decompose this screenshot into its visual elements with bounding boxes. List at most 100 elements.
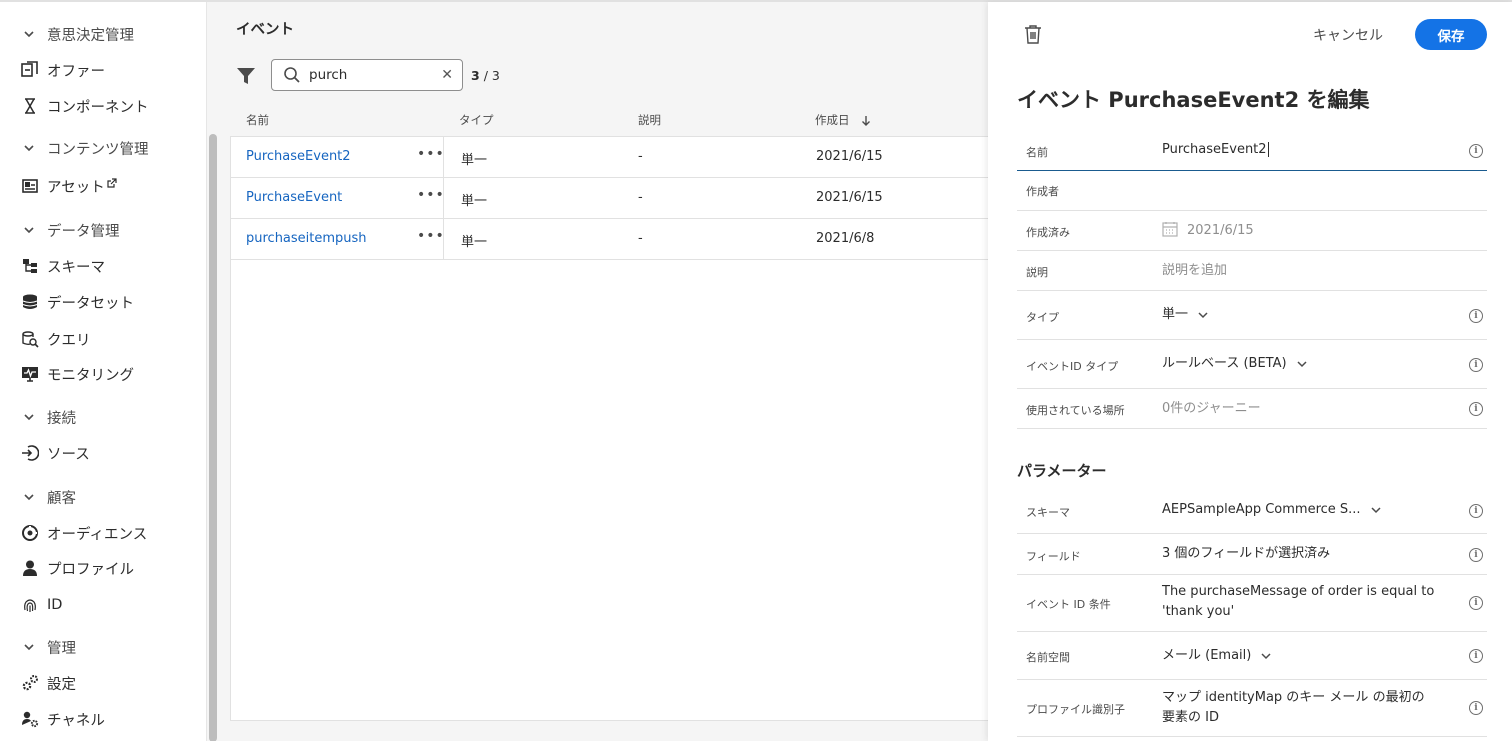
sidebar-item-queries[interactable]: クエリ bbox=[20, 324, 91, 354]
event-id-type-dropdown[interactable]: ルールベース (BETA) bbox=[1162, 354, 1307, 374]
column-divider bbox=[443, 137, 444, 178]
section-data-management[interactable]: データ管理 bbox=[22, 215, 120, 245]
author-field-row: 作成者 bbox=[1017, 171, 1487, 211]
event-id-condition-value[interactable]: The purchaseMessage of order is equal to… bbox=[1162, 582, 1434, 622]
field-label: プロファイル識別子 bbox=[1026, 703, 1125, 716]
created-value: 2021/6/15 bbox=[1162, 221, 1254, 241]
sidebar-item-monitoring[interactable]: モニタリング bbox=[20, 359, 134, 389]
info-icon[interactable]: i bbox=[1469, 596, 1483, 610]
table-row[interactable]: PurchaseEvent2 ••• 単一 - 2021/6/15 bbox=[231, 137, 989, 178]
event-name-link[interactable]: purchaseitempush bbox=[246, 231, 367, 246]
calendar-icon bbox=[1162, 222, 1178, 237]
profile-identifier-value[interactable]: マップ identityMap のキー メール の最初の 要素の ID bbox=[1162, 688, 1425, 728]
chevron-down-icon bbox=[24, 414, 34, 421]
description-input[interactable]: 説明を追加 bbox=[1162, 261, 1227, 281]
sidebar-item-assets[interactable]: アセット bbox=[20, 171, 117, 201]
info-icon[interactable]: i bbox=[1469, 144, 1483, 158]
search-field[interactable]: ✕ bbox=[271, 59, 463, 91]
trash-icon[interactable] bbox=[1024, 24, 1042, 44]
info-icon[interactable]: i bbox=[1469, 504, 1483, 518]
type-field-row: タイプ 単一 i bbox=[1017, 291, 1487, 340]
event-id-type-field-row: イベントID タイプ ルールベース (BETA) i bbox=[1017, 340, 1487, 389]
profile-identifier-field-row: プロファイル識別子 マップ identityMap のキー メール の最初の 要素… bbox=[1017, 680, 1487, 737]
sources-icon bbox=[20, 443, 40, 463]
event-description: - bbox=[638, 149, 643, 164]
event-type: 単一 bbox=[461, 153, 488, 168]
info-icon[interactable]: i bbox=[1469, 701, 1483, 715]
info-icon[interactable]: i bbox=[1469, 309, 1483, 323]
sidebar-item-schemas[interactable]: スキーマ bbox=[20, 251, 105, 281]
schema-dropdown[interactable]: AEPSampleApp Commerce S... bbox=[1162, 500, 1381, 520]
section-customer[interactable]: 顧客 bbox=[22, 482, 76, 512]
column-header-description[interactable]: 説明 bbox=[638, 112, 661, 128]
column-header-type[interactable]: タイプ bbox=[459, 112, 494, 128]
identifier-line: マップ identityMap のキー メール の最初の bbox=[1162, 690, 1425, 705]
column-header-name[interactable]: 名前 bbox=[246, 112, 269, 128]
section-label: 接続 bbox=[47, 410, 76, 427]
event-name-link[interactable]: PurchaseEvent bbox=[246, 190, 342, 205]
created-date: 2021/6/15 bbox=[1187, 223, 1254, 238]
field-label: イベントID タイプ bbox=[1026, 360, 1119, 373]
chevron-down-icon bbox=[1261, 652, 1271, 659]
sidebar-item-label: チャネル bbox=[47, 712, 105, 729]
info-icon[interactable]: i bbox=[1469, 548, 1483, 562]
clear-search-icon[interactable]: ✕ bbox=[441, 67, 453, 83]
chevron-down-icon bbox=[24, 494, 34, 501]
sidebar-item-settings[interactable]: 設定 bbox=[20, 668, 76, 698]
filter-icon[interactable] bbox=[236, 66, 256, 86]
section-decisioning[interactable]: 意思決定管理 bbox=[22, 19, 134, 49]
edit-event-panel: キャンセル 保存 イベント PurchaseEvent2 を編集 名前 Purc… bbox=[988, 2, 1512, 741]
chevron-down-icon bbox=[1371, 506, 1381, 513]
field-label: スキーマ bbox=[1026, 506, 1070, 519]
sidebar-item-sources[interactable]: ソース bbox=[20, 438, 90, 468]
more-actions-icon[interactable]: ••• bbox=[417, 187, 445, 203]
sidebar-item-label: コンポーネント bbox=[47, 99, 149, 116]
more-actions-icon[interactable]: ••• bbox=[417, 228, 445, 244]
table-row[interactable]: PurchaseEvent ••• 単一 - 2021/6/15 bbox=[231, 178, 989, 219]
chevron-down-icon bbox=[24, 227, 34, 234]
section-administration[interactable]: 管理 bbox=[22, 632, 76, 662]
type-dropdown[interactable]: 単一 bbox=[1162, 305, 1208, 325]
section-connections[interactable]: 接続 bbox=[22, 402, 76, 432]
fingerprint-icon bbox=[20, 595, 40, 615]
type-value: 単一 bbox=[1162, 307, 1189, 322]
search-input[interactable] bbox=[309, 67, 429, 83]
sidebar-item-identities[interactable]: ID bbox=[20, 590, 62, 620]
info-icon[interactable]: i bbox=[1469, 358, 1483, 372]
event-type: 単一 bbox=[461, 194, 488, 209]
name-input[interactable]: PurchaseEvent2 bbox=[1162, 140, 1269, 160]
section-label: コンテンツ管理 bbox=[47, 141, 149, 158]
sidebar-item-offers[interactable]: オファー bbox=[20, 55, 105, 85]
more-actions-icon[interactable]: ••• bbox=[417, 146, 445, 162]
sidebar-item-components[interactable]: コンポーネント bbox=[20, 91, 149, 121]
event-id-condition-field-row: イベント ID 条件 The purchaseMessage of order … bbox=[1017, 575, 1487, 632]
field-label: 使用されている場所 bbox=[1026, 404, 1125, 417]
section-content[interactable]: コンテンツ管理 bbox=[22, 133, 149, 163]
info-icon[interactable]: i bbox=[1469, 649, 1483, 663]
info-icon[interactable]: i bbox=[1469, 402, 1483, 416]
sidebar-item-profiles[interactable]: プロファイル bbox=[20, 553, 134, 583]
cancel-button[interactable]: キャンセル bbox=[1313, 25, 1383, 45]
sidebar-item-channels[interactable]: チャネル bbox=[20, 704, 105, 734]
sidebar-item-label: データセット bbox=[47, 295, 134, 312]
left-nav: 意思決定管理 オファー コンポーネント コンテンツ管理 アセット データ管理 ス… bbox=[0, 2, 208, 741]
search-icon bbox=[284, 67, 300, 83]
name-field-row: 名前 PurchaseEvent2 i bbox=[1017, 130, 1487, 171]
created-field-row: 作成済み 2021/6/15 bbox=[1017, 211, 1487, 251]
result-count-current: 3 bbox=[471, 68, 480, 83]
fields-selection[interactable]: 3 個のフィールドが選択済み bbox=[1162, 544, 1330, 564]
result-count-total: / 3 bbox=[483, 68, 500, 83]
sidebar-item-audiences[interactable]: オーディエンス bbox=[20, 518, 147, 548]
offers-icon bbox=[20, 60, 40, 80]
event-created-date: 2021/6/15 bbox=[816, 190, 883, 205]
save-button[interactable]: 保存 bbox=[1415, 19, 1487, 50]
namespace-dropdown[interactable]: メール (Email) bbox=[1162, 646, 1271, 666]
assets-icon bbox=[20, 176, 40, 196]
event-name-link[interactable]: PurchaseEvent2 bbox=[246, 149, 351, 164]
sidebar-item-datasets[interactable]: データセット bbox=[20, 287, 134, 317]
sidebar-scrollbar-thumb[interactable] bbox=[209, 134, 217, 741]
table-row[interactable]: purchaseitempush ••• 単一 - 2021/6/8 bbox=[231, 219, 989, 260]
column-header-created[interactable]: 作成日 bbox=[815, 112, 871, 128]
sidebar-item-label: アセット bbox=[47, 179, 105, 196]
monitoring-icon bbox=[20, 364, 40, 384]
